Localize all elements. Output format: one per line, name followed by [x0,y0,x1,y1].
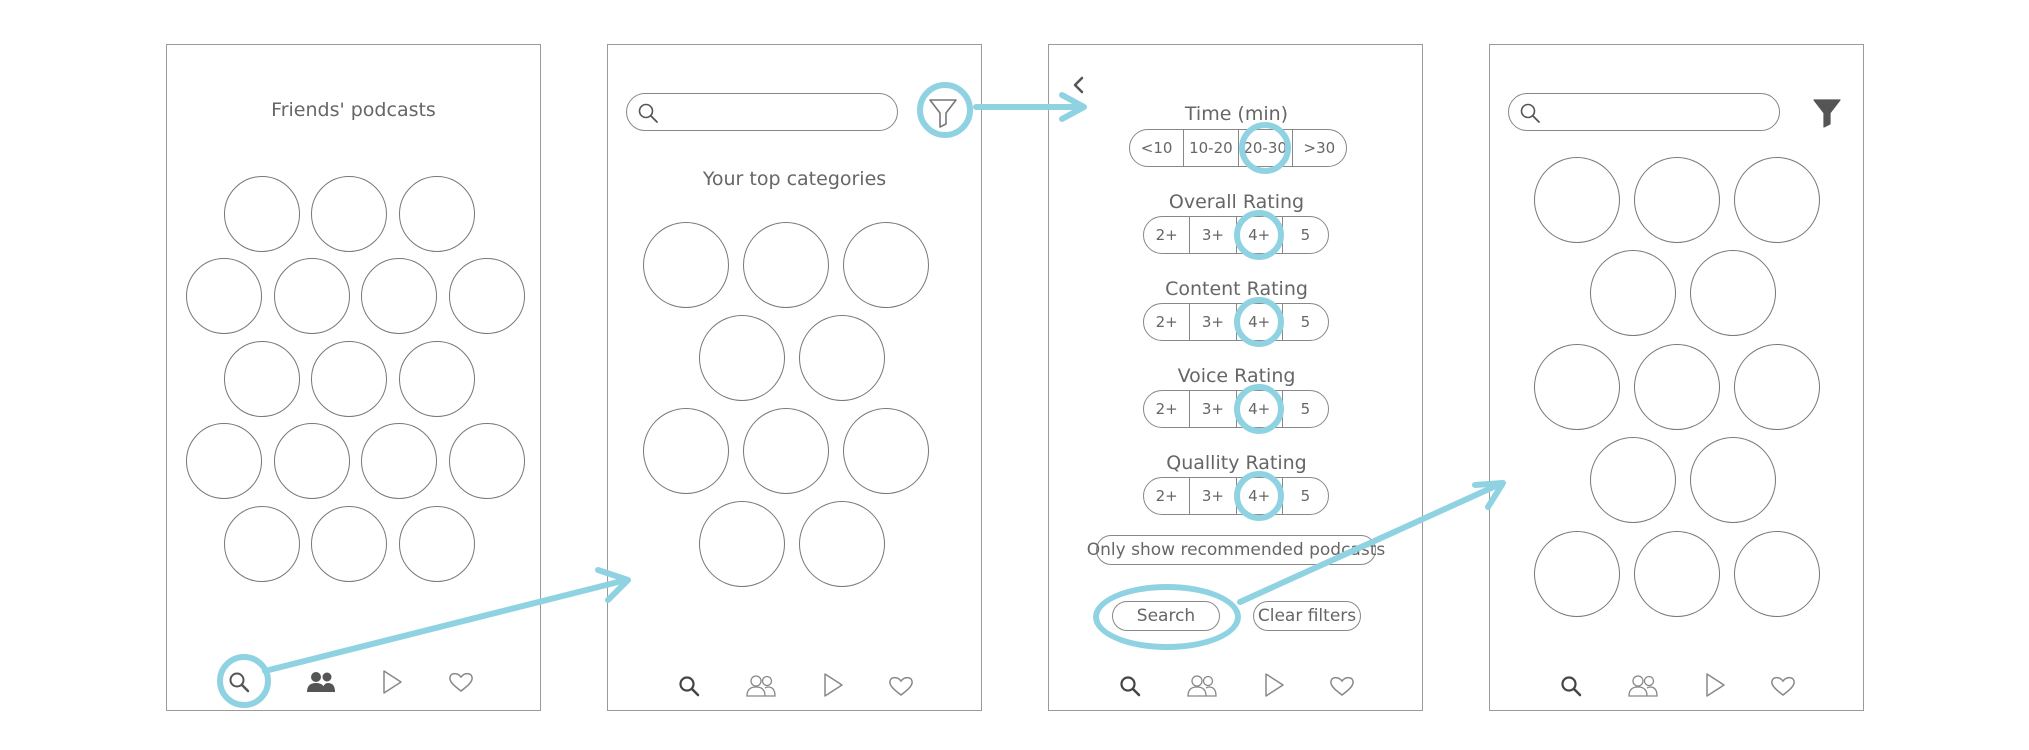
flow-arrows [262,92,1506,674]
arrow-search-to-categories [262,578,625,674]
wireframe-flow: Friends' podcasts Your top categories Ti… [0,0,2029,750]
arrow-search-to-results [1237,481,1503,605]
